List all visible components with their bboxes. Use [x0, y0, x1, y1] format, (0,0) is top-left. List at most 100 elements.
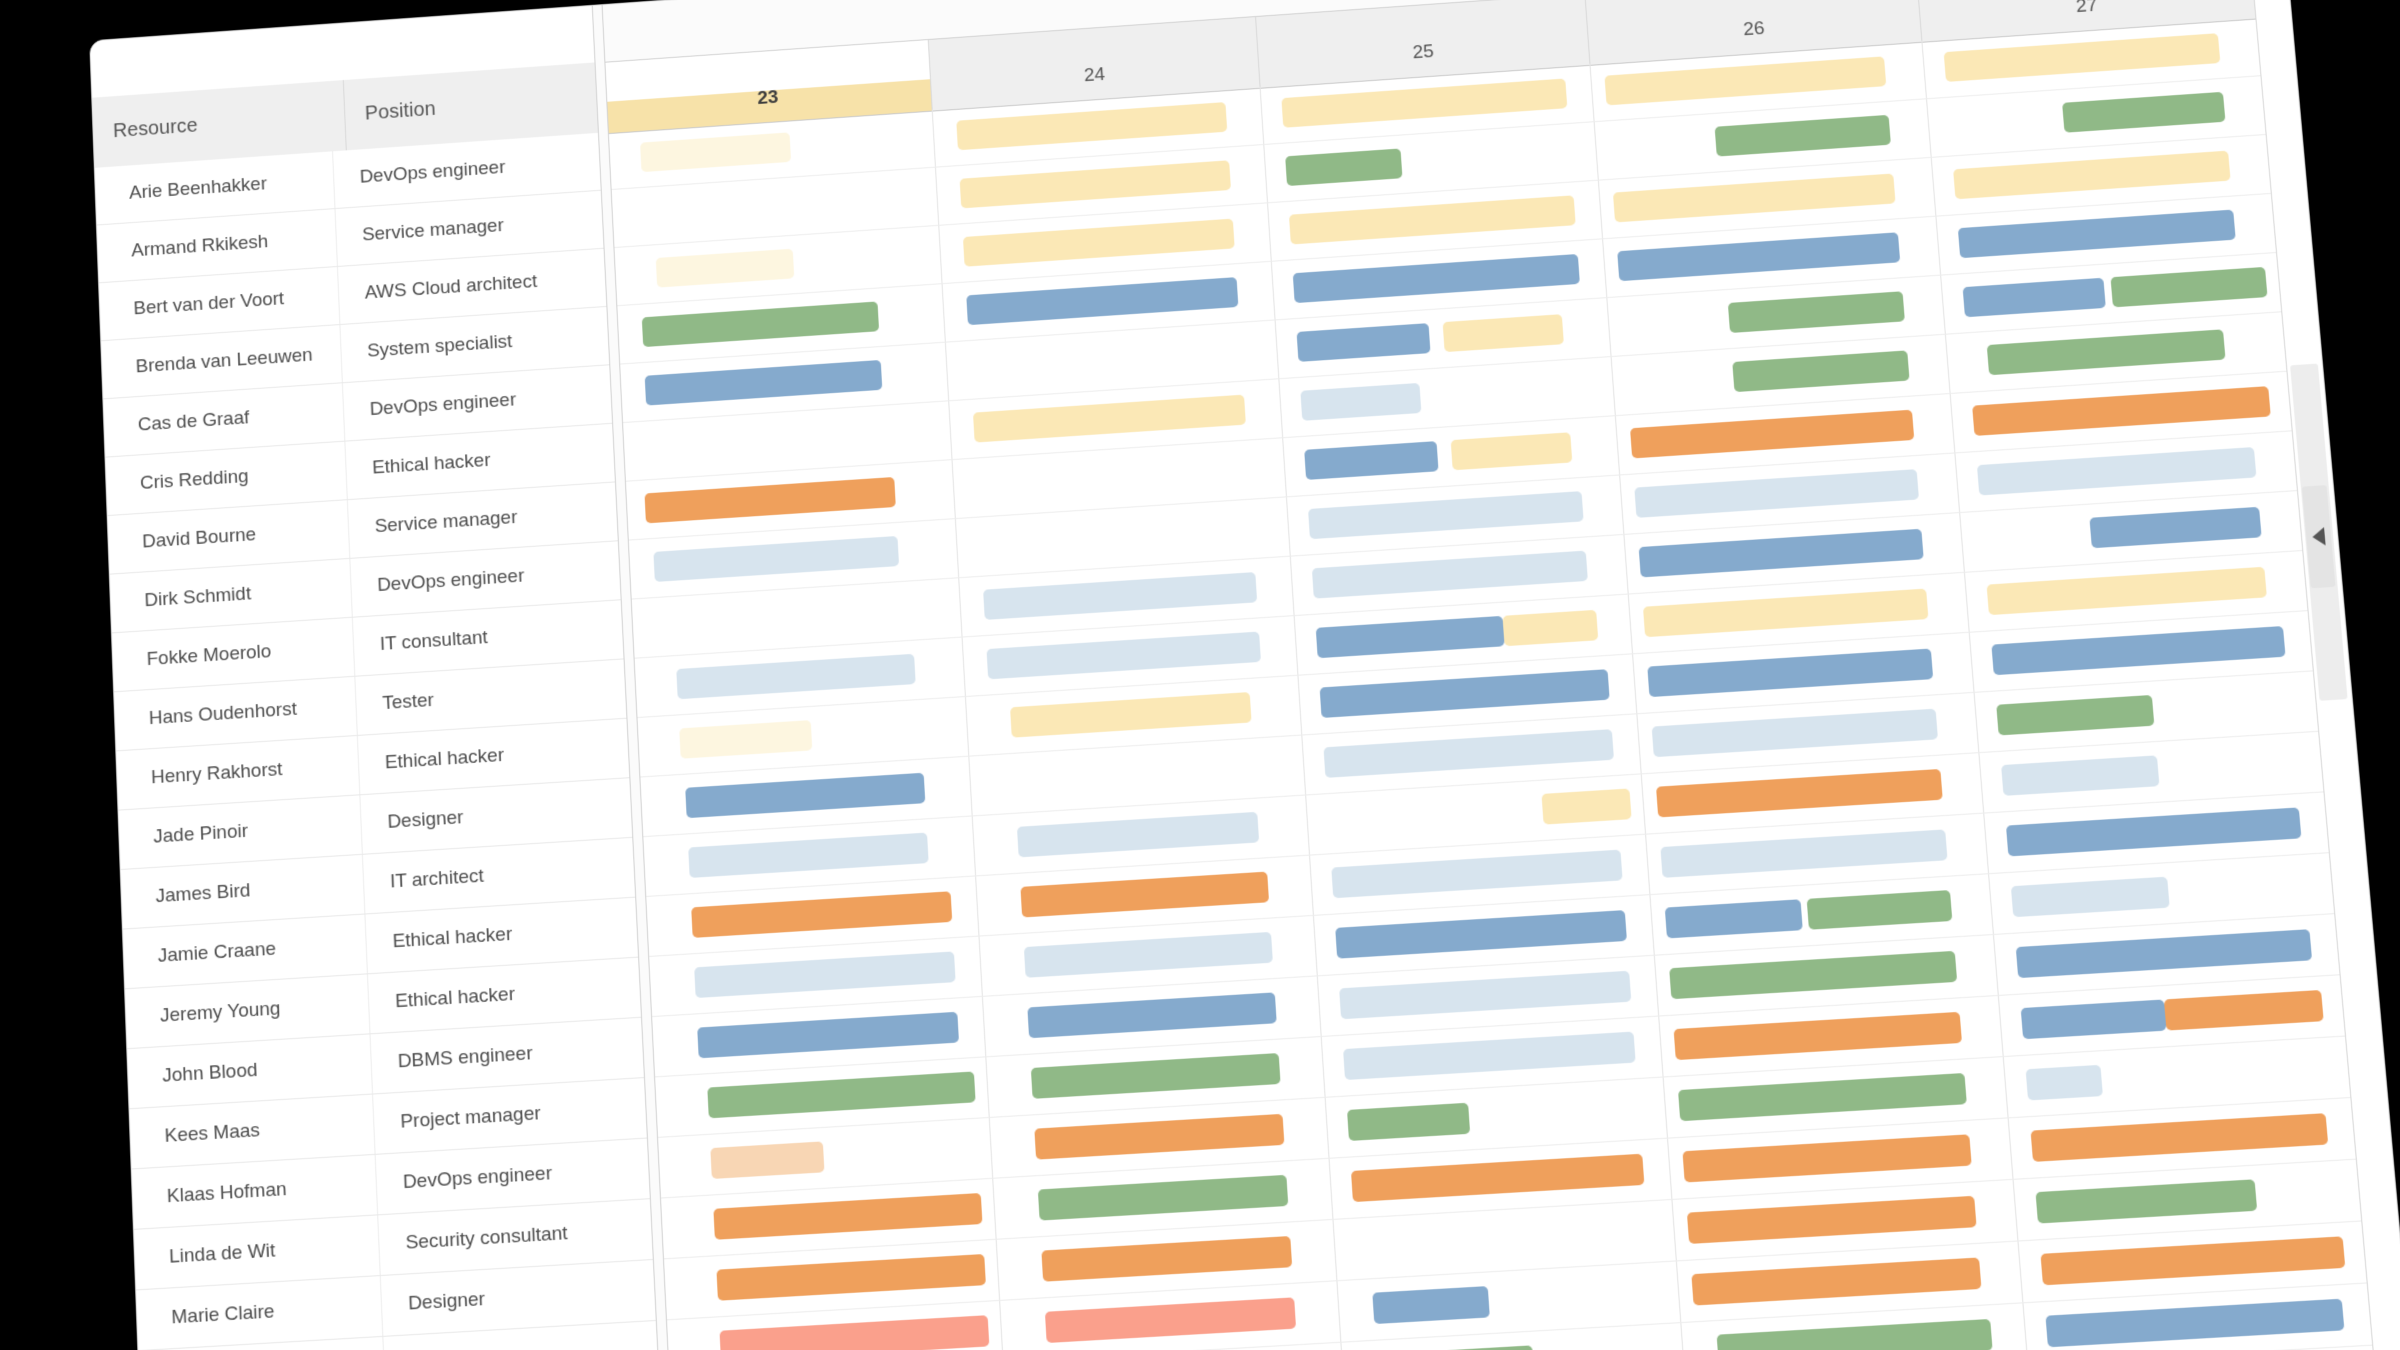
task-bar[interactable]: [1962, 277, 2106, 318]
task-bar[interactable]: [685, 772, 926, 819]
task-bar[interactable]: [1288, 195, 1576, 245]
task-bar[interactable]: [2015, 929, 2312, 979]
timeline-row[interactable]: [664, 1221, 2368, 1350]
table-row[interactable]: Mark de JongEthical hacker: [138, 1320, 659, 1350]
task-bar[interactable]: [1691, 1257, 1981, 1306]
task-bar[interactable]: [983, 572, 1257, 620]
task-bar[interactable]: [716, 1254, 986, 1301]
task-bar[interactable]: [709, 1141, 825, 1180]
task-bar[interactable]: [1319, 669, 1610, 718]
timeline-row[interactable]: [656, 1036, 2352, 1199]
task-bar[interactable]: [1311, 550, 1588, 599]
task-bar[interactable]: [1952, 150, 2231, 200]
task-bar[interactable]: [2035, 1179, 2258, 1224]
task-bar[interactable]: [1323, 729, 1614, 778]
task-bar[interactable]: [1346, 1102, 1471, 1142]
task-bar[interactable]: [644, 359, 883, 406]
task-bar[interactable]: [688, 832, 929, 878]
task-bar[interactable]: [1442, 314, 1564, 353]
task-bar[interactable]: [1991, 626, 2286, 676]
task-bar[interactable]: [1647, 648, 1933, 698]
task-bar[interactable]: [1678, 1073, 1967, 1122]
task-bar[interactable]: [2010, 876, 2170, 918]
task-bar[interactable]: [1634, 469, 1919, 518]
task-bar[interactable]: [1682, 1134, 1972, 1183]
task-bar[interactable]: [1044, 1297, 1297, 1344]
task-bar[interactable]: [1303, 441, 1439, 480]
task-bar[interactable]: [1350, 1153, 1645, 1203]
task-bar[interactable]: [1687, 1195, 1977, 1244]
task-bar[interactable]: [1604, 56, 1886, 106]
task-bar[interactable]: [1037, 1174, 1289, 1221]
task-bar[interactable]: [1034, 1113, 1285, 1160]
task-bar[interactable]: [2045, 1298, 2345, 1348]
task-bar[interactable]: [1806, 890, 1952, 930]
task-bar[interactable]: [655, 248, 795, 288]
task-bar[interactable]: [1957, 209, 2236, 259]
task-bar[interactable]: [1362, 1345, 1535, 1350]
task-bar[interactable]: [962, 218, 1235, 267]
task-bar[interactable]: [1030, 1053, 1281, 1099]
task-bar[interactable]: [1296, 323, 1431, 362]
task-bar[interactable]: [1284, 148, 1403, 187]
task-bar[interactable]: [2025, 1064, 2104, 1101]
task-bar[interactable]: [986, 631, 1261, 680]
task-bar[interactable]: [2061, 91, 2225, 133]
task-bar[interactable]: [1728, 291, 1905, 333]
task-bar[interactable]: [1976, 447, 2256, 496]
task-bar[interactable]: [959, 160, 1231, 209]
task-bar[interactable]: [719, 1315, 990, 1350]
task-bar[interactable]: [1617, 232, 1900, 282]
task-bar[interactable]: [2000, 755, 2160, 796]
task-bar[interactable]: [1716, 1318, 1993, 1350]
task-bar[interactable]: [2040, 1236, 2346, 1286]
task-bar[interactable]: [1673, 1011, 1962, 1061]
task-bar[interactable]: [1986, 566, 2267, 616]
task-bar[interactable]: [644, 476, 896, 524]
task-bar[interactable]: [1541, 788, 1632, 825]
task-bar[interactable]: [1630, 409, 1914, 459]
collapse-panel-button[interactable]: [2301, 485, 2336, 589]
task-bar[interactable]: [1338, 970, 1631, 1020]
task-bar[interactable]: [1342, 1031, 1636, 1081]
table-row[interactable]: Linda de Wit Security consultant: [133, 1199, 653, 1291]
task-bar[interactable]: [966, 277, 1239, 326]
timeline-row[interactable]: [653, 975, 2347, 1139]
task-bar[interactable]: [1669, 950, 1957, 1000]
task-bar[interactable]: [1660, 829, 1948, 878]
task-bar[interactable]: [1023, 931, 1274, 978]
task-bar[interactable]: [1502, 609, 1599, 647]
task-bar[interactable]: [678, 720, 813, 759]
task-bar[interactable]: [1016, 811, 1259, 858]
task-bar[interactable]: [972, 394, 1246, 443]
task-bar[interactable]: [697, 1011, 959, 1059]
task-bar[interactable]: [2030, 1113, 2328, 1162]
task-bar[interactable]: [2089, 506, 2262, 549]
task-bar[interactable]: [1613, 173, 1896, 223]
task-bar[interactable]: [1041, 1235, 1293, 1282]
task-bar[interactable]: [1027, 992, 1277, 1039]
task-bar[interactable]: [691, 891, 952, 938]
task-bar[interactable]: [1292, 254, 1580, 304]
task-bar[interactable]: [1656, 768, 1943, 818]
task-bar[interactable]: [694, 951, 956, 999]
task-bar[interactable]: [1715, 114, 1891, 157]
task-bar[interactable]: [1664, 899, 1803, 939]
task-bar[interactable]: [1732, 350, 1910, 393]
task-bar[interactable]: [706, 1071, 976, 1119]
task-bar[interactable]: [2109, 266, 2268, 308]
task-bar[interactable]: [1651, 708, 1938, 758]
task-bar[interactable]: [1943, 33, 2220, 82]
task-bar[interactable]: [1315, 615, 1505, 659]
task-bar[interactable]: [2020, 999, 2167, 1040]
timeline-row[interactable]: [667, 1283, 2374, 1350]
task-bar[interactable]: [1372, 1286, 1490, 1325]
task-bar[interactable]: [1450, 432, 1573, 471]
task-bar[interactable]: [1307, 491, 1584, 540]
task-bar[interactable]: [1300, 382, 1422, 421]
timeline-row[interactable]: [661, 1159, 2363, 1321]
task-bar[interactable]: [1009, 692, 1252, 738]
task-bar[interactable]: [1020, 871, 1270, 918]
task-bar[interactable]: [639, 132, 792, 173]
vertical-scrollbar-thumb[interactable]: [2290, 363, 2348, 701]
